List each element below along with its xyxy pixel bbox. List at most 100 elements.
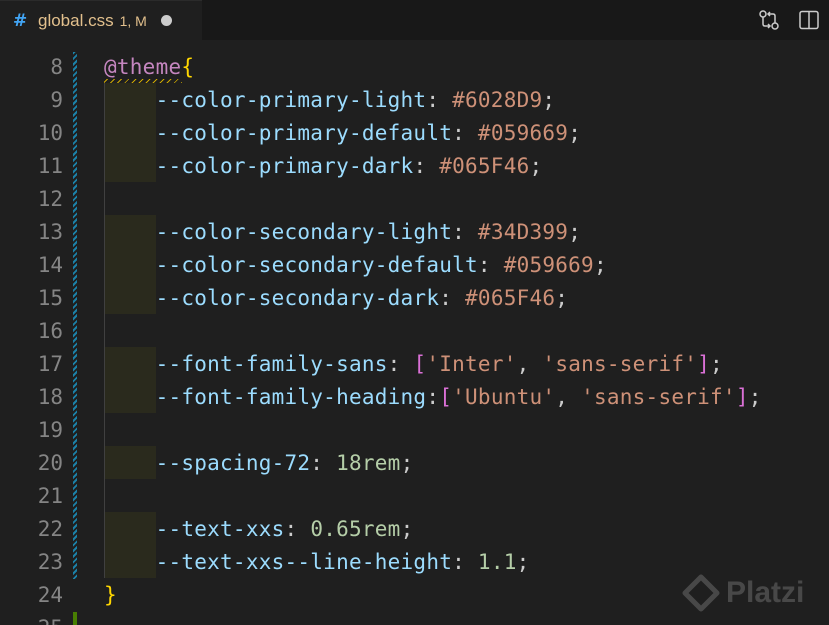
code-token: ; (529, 154, 543, 178)
code-token: ; (400, 451, 414, 475)
code-token: --color-secondary-dark (104, 286, 440, 310)
code-token: , (555, 385, 582, 409)
code-line[interactable]: 11 --color-primary-dark: #065F46; (0, 150, 829, 183)
code-token: --color-secondary-light (104, 220, 453, 244)
code-token: [ (413, 352, 427, 376)
code-line[interactable]: 19 (0, 414, 829, 447)
line-code: --text-xxs--line-height: 1.1; (104, 546, 530, 579)
line-number: 8 (50, 55, 63, 79)
code-token: : (452, 121, 478, 145)
code-token: ; (516, 550, 530, 574)
editor-window: # global.css 1, M 8 @theme{9 --color-pr… (0, 0, 829, 625)
code-token: } (104, 583, 117, 607)
line-number: 23 (37, 550, 63, 574)
line-number: 19 (37, 418, 63, 442)
line-number: 14 (37, 253, 63, 277)
warning-squiggle[interactable] (104, 79, 182, 83)
code-editor[interactable]: 8 @theme{9 --color-primary-light: #6028D9… (0, 50, 829, 625)
code-token: 'Ubuntu' (452, 385, 556, 409)
code-token: 'sans-serif' (542, 352, 698, 376)
platzi-logo-icon (682, 574, 720, 612)
code-line[interactable]: 13 --color-secondary-light: #34D399; (0, 216, 829, 249)
code-token: --spacing-72 (104, 451, 311, 475)
code-token: { (181, 55, 195, 79)
code-token: ; (593, 253, 607, 277)
code-line[interactable]: 25 (0, 612, 829, 625)
code-token: ; (748, 385, 762, 409)
code-line[interactable]: 18 --font-family-heading:['Ubuntu', 'san… (0, 381, 829, 414)
code-line[interactable]: 22 --text-xxs: 0.65rem; (0, 513, 829, 546)
code-token: 'Inter' (426, 352, 517, 376)
code-token: 18rem (336, 451, 401, 475)
line-code: --color-primary-dark: #065F46; (104, 150, 543, 183)
code-token: --text-xxs--line-height (104, 550, 453, 574)
code-token: --font-family-sans (104, 352, 388, 376)
line-code: --color-secondary-light: #34D399; (104, 216, 581, 249)
code-token: --text-xxs (104, 517, 285, 541)
line-number: 16 (37, 319, 63, 343)
code-line[interactable]: 16 (0, 315, 829, 348)
line-code: --font-family-sans: ['Inter', 'sans-seri… (104, 348, 723, 381)
code-token: : (310, 451, 337, 475)
line-code: --color-secondary-dark: #065F46; (104, 282, 568, 315)
code-token: [ (439, 385, 453, 409)
line-number: 25 (0, 612, 63, 625)
code-token: ; (555, 286, 569, 310)
code-token: ; (400, 517, 414, 541)
code-token: --color-primary-default (104, 121, 453, 145)
line-number: 12 (37, 187, 63, 211)
line-code: --color-primary-light: #6028D9; (104, 84, 555, 117)
split-editor-button[interactable] (797, 8, 821, 32)
code-line[interactable]: 15 --color-secondary-dark: #065F46; (0, 282, 829, 315)
code-line[interactable]: 10 --color-primary-default: #059669; (0, 117, 829, 150)
code-token: #6028D9 (452, 88, 543, 112)
line-number: 9 (50, 88, 63, 112)
code-token: , (516, 352, 543, 376)
code-token: --font-family-heading (104, 385, 427, 409)
code-token: ; (542, 88, 556, 112)
code-token: @theme (104, 55, 182, 79)
code-token: : (452, 550, 478, 574)
tab-filename: global.css (38, 10, 114, 30)
code-token: ] (735, 385, 749, 409)
tab-bar: # global.css 1, M (0, 0, 829, 40)
code-token: ; (710, 352, 723, 376)
code-line[interactable]: 12 (0, 183, 829, 216)
code-token: ; (568, 121, 582, 145)
line-number: 13 (37, 220, 63, 244)
code-line[interactable]: 9 --color-primary-light: #6028D9; (0, 84, 829, 117)
code-token: : (387, 352, 414, 376)
code-token: 1.1 (477, 550, 517, 574)
code-token: : (477, 253, 504, 277)
code-token: --color-secondary-default (104, 253, 478, 277)
code-token: ] (697, 352, 711, 376)
code-token: --color-primary-dark (104, 154, 414, 178)
tab-problem-status: 1, M (119, 12, 147, 29)
unsaved-dot-icon[interactable] (160, 15, 172, 26)
code-token: #059669 (477, 121, 569, 145)
code-line[interactable]: 14 --color-secondary-default: #059669; (0, 249, 829, 282)
code-token: : (426, 385, 440, 409)
code-token: #059669 (503, 253, 594, 277)
line-number: 20 (37, 451, 63, 475)
line-number: 10 (37, 121, 63, 145)
code-line[interactable]: 20 --spacing-72: 18rem; (0, 447, 829, 480)
code-token: --color-primary-light (104, 88, 427, 112)
line-code: --spacing-72: 18rem; (104, 447, 414, 480)
code-token: ; (568, 220, 582, 244)
code-token: 'sans-serif' (581, 385, 736, 409)
css-file-icon: # (13, 10, 28, 31)
line-number: 17 (37, 352, 63, 376)
split-editor-icon (799, 10, 819, 30)
code-token: : (439, 286, 466, 310)
tab-global-css[interactable]: # global.css 1, M (0, 0, 202, 40)
code-token: : (452, 220, 478, 244)
code-line[interactable]: 17 --font-family-sans: ['Inter', 'sans-s… (0, 348, 829, 381)
open-changes-button[interactable] (757, 8, 781, 32)
code-token: #065F46 (439, 154, 530, 178)
code-token: : (413, 154, 440, 178)
line-code: --color-primary-default: #059669; (104, 117, 581, 150)
code-line[interactable]: 21 (0, 480, 829, 513)
watermark-text: Platzi (726, 576, 805, 609)
line-code: --font-family-heading:['Ubuntu', 'sans-s… (104, 381, 762, 414)
